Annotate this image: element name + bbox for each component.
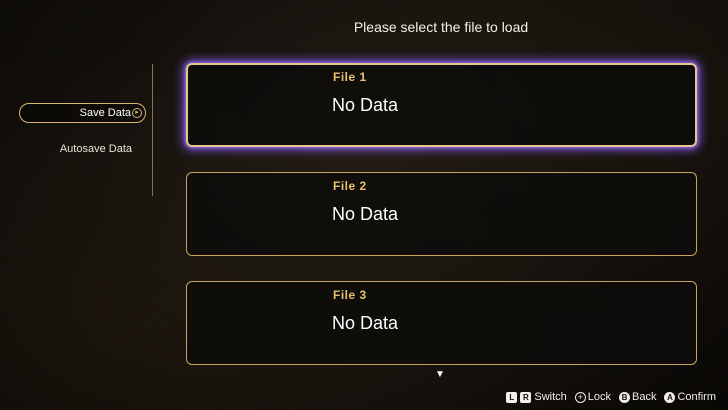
sidebar-divider (152, 64, 153, 196)
file-slot-2[interactable]: File 2 No Data (186, 172, 697, 256)
sidebar-item-label: Autosave Data (59, 143, 132, 155)
sidebar-item-label: Save Data (79, 107, 131, 119)
a-button-icon: A (664, 391, 676, 403)
sidebar-item-save-data[interactable]: Save Data ▸ (19, 103, 146, 123)
button-hints-bar: L R Switch + Lock B Back A Confirm (506, 390, 716, 404)
r-button-icon: R (520, 391, 532, 403)
down-triangle-icon[interactable]: ▼ (434, 369, 446, 380)
sidebar-item-autosave-data[interactable]: Autosave Data (19, 139, 132, 159)
file-slot-title: File 1 (333, 70, 367, 84)
back-label: Back (632, 391, 657, 403)
lock-label: Lock (587, 391, 612, 403)
confirm-label: Confirm (677, 391, 716, 403)
switch-hint[interactable]: L R Switch (506, 391, 567, 403)
confirm-hint[interactable]: A Confirm (664, 391, 716, 403)
b-button-icon: B (619, 391, 631, 403)
page-title: Please select the file to load (353, 19, 529, 35)
file-slot-title: File 2 (333, 179, 367, 193)
l-button-icon: L (506, 391, 518, 403)
file-slot-status: No Data (332, 204, 399, 224)
file-slot-1[interactable]: File 1 No Data (186, 63, 697, 147)
right-arrow-icon: ▸ (132, 108, 142, 118)
back-hint[interactable]: B Back (619, 391, 656, 403)
file-slot-3[interactable]: File 3 No Data (186, 281, 697, 365)
file-slot-status: No Data (332, 313, 399, 333)
file-slot-status: No Data (332, 95, 399, 115)
plus-button-icon: + (574, 391, 586, 403)
lock-hint[interactable]: + Lock (574, 391, 612, 403)
switch-label: Switch (534, 391, 567, 403)
file-slot-title: File 3 (333, 288, 367, 302)
